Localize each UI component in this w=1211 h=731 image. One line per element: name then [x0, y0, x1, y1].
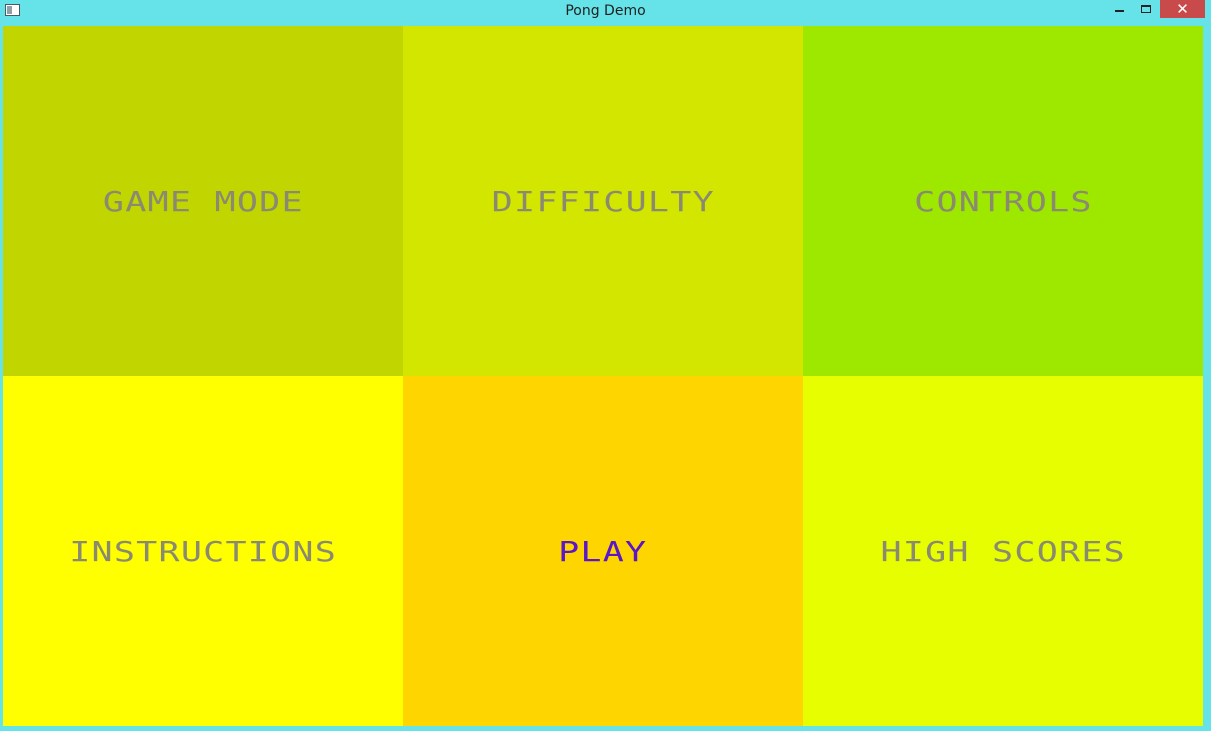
- high-scores-tile[interactable]: HIGH SCORES: [803, 376, 1203, 726]
- controls-tile[interactable]: CONTROLS: [803, 26, 1203, 376]
- controls-label: CONTROLS: [913, 184, 1093, 218]
- maximize-icon: [1141, 5, 1151, 13]
- difficulty-label: DIFFICULTY: [491, 184, 715, 218]
- difficulty-tile[interactable]: DIFFICULTY: [403, 26, 803, 376]
- minimize-icon: [1114, 10, 1124, 12]
- play-tile[interactable]: PLAY: [403, 376, 803, 726]
- instructions-label: INSTRUCTIONS: [69, 534, 337, 568]
- window-title: Pong Demo: [565, 3, 646, 19]
- maximize-button[interactable]: [1133, 0, 1159, 18]
- game-mode-label: GAME MODE: [102, 184, 304, 218]
- instructions-tile[interactable]: INSTRUCTIONS: [3, 376, 403, 726]
- main-menu-grid: GAME MODE DIFFICULTY CONTROLS INSTRUCTIO…: [3, 26, 1203, 726]
- minimize-button[interactable]: [1106, 0, 1132, 18]
- close-icon: ✕: [1176, 0, 1189, 18]
- title-bar[interactable]: Pong Demo ✕: [0, 0, 1211, 24]
- high-scores-label: HIGH SCORES: [880, 534, 1126, 568]
- play-label: PLAY: [558, 534, 648, 568]
- close-button[interactable]: ✕: [1160, 0, 1205, 18]
- game-mode-tile[interactable]: GAME MODE: [3, 26, 403, 376]
